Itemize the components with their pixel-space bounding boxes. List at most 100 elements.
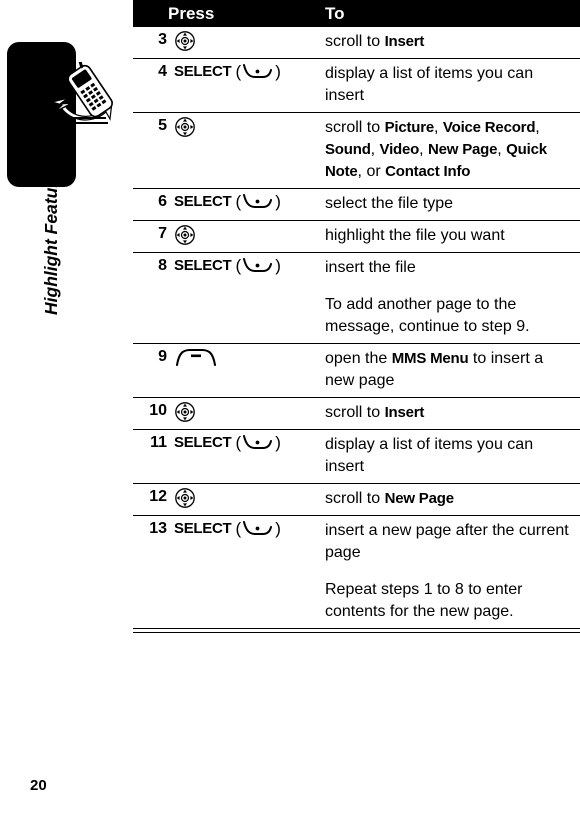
sidebar: Highlight Features 20 bbox=[0, 0, 133, 816]
table-bottom-rule bbox=[133, 628, 580, 633]
to-cell: display a list of items you can insert bbox=[325, 433, 573, 478]
nav-key-icon[interactable] bbox=[174, 224, 196, 252]
page-number: 20 bbox=[30, 777, 47, 794]
menu-keyword: New Page bbox=[428, 141, 498, 158]
instruction-fragment: display a list of items you can insert bbox=[325, 65, 534, 104]
menu-keyword: Sound bbox=[325, 141, 371, 158]
menu-keyword: MMS Menu bbox=[391, 350, 469, 367]
step-number: 3 bbox=[158, 31, 167, 48]
softkey-label: SELECT bbox=[174, 193, 232, 210]
soft-key-icon[interactable] bbox=[241, 63, 275, 87]
table-row: 9 open the MMS Menu to insert a new page bbox=[133, 343, 580, 397]
instruction-fragment: , bbox=[419, 141, 429, 158]
table-row: 8 SELECT ( ) insert the file To add another… bbox=[133, 252, 580, 343]
instruction-fragment: highlight the file you want bbox=[325, 227, 505, 244]
soft-key-icon[interactable] bbox=[241, 434, 275, 458]
nav-key-icon[interactable] bbox=[174, 30, 196, 58]
step-number: 9 bbox=[158, 348, 167, 365]
table-row: 12 scroll to New Page bbox=[133, 483, 580, 515]
step-number: 12 bbox=[149, 488, 167, 505]
procedure-table: Press To 3 scroll to Insert 4 SELECT ( ) di… bbox=[133, 0, 580, 633]
table-body: 3 scroll to Insert 4 SELECT ( ) display a l… bbox=[133, 27, 580, 628]
step-number: 11 bbox=[150, 434, 167, 451]
step-number: 13 bbox=[149, 520, 167, 537]
press-cell bbox=[174, 487, 322, 515]
instruction-note: Repeat steps 1 to 8 to enter contents fo… bbox=[325, 581, 523, 620]
step-number: 5 bbox=[158, 117, 167, 134]
to-cell: insert the file To add another page to th… bbox=[325, 256, 573, 338]
instruction-fragment: open the bbox=[325, 350, 392, 367]
to-cell: select the file type bbox=[325, 192, 573, 215]
to-cell: insert a new page after the current page… bbox=[325, 519, 573, 623]
nav-key-icon[interactable] bbox=[174, 401, 196, 429]
press-cell bbox=[174, 116, 322, 144]
instruction-fragment: , or bbox=[357, 163, 386, 180]
instruction-fragment: display a list of items you can insert bbox=[325, 436, 534, 475]
to-cell: open the MMS Menu to insert a new page bbox=[325, 347, 573, 392]
chapter-label: Highlight Features bbox=[41, 161, 61, 315]
table-row: 6 SELECT ( ) select the file type bbox=[133, 188, 580, 220]
table-row: 10 scroll to Insert bbox=[133, 397, 580, 429]
instruction-text: insert the file bbox=[325, 257, 573, 279]
instruction-text: select the file type bbox=[325, 193, 573, 215]
menu-keyword: Insert bbox=[384, 33, 425, 50]
soft-key-icon[interactable] bbox=[241, 520, 275, 544]
press-cell bbox=[174, 224, 322, 252]
instruction-text: scroll to Insert bbox=[325, 402, 573, 424]
step-number: 7 bbox=[158, 225, 167, 242]
instruction-fragment: , bbox=[370, 141, 380, 158]
press-cell: SELECT ( ) bbox=[174, 519, 322, 544]
press-cell: SELECT ( ) bbox=[174, 192, 322, 217]
table-row: 11 SELECT ( ) display a list of items you … bbox=[133, 429, 580, 483]
column-header-press: Press bbox=[168, 4, 215, 23]
instruction-text: scroll to Insert bbox=[325, 31, 573, 53]
press-cell bbox=[174, 347, 322, 373]
instruction-fragment: , bbox=[434, 119, 443, 136]
menu-keyword: Picture bbox=[384, 119, 435, 136]
instruction-fragment: scroll to bbox=[325, 33, 385, 50]
to-cell: scroll to New Page bbox=[325, 487, 573, 510]
instruction-fragment: scroll to bbox=[325, 490, 385, 507]
instruction-fragment: scroll to bbox=[325, 119, 385, 136]
instruction-fragment: select the file type bbox=[325, 195, 454, 212]
table-row: 4 SELECT ( ) display a list of items you c… bbox=[133, 58, 580, 112]
step-number: 8 bbox=[158, 257, 167, 274]
instruction-fragment: insert a new page after the current page bbox=[325, 522, 569, 561]
nav-key-icon[interactable] bbox=[174, 487, 196, 515]
to-cell: highlight the file you want bbox=[325, 224, 573, 247]
step-number: 10 bbox=[149, 402, 167, 419]
softkey-label: SELECT bbox=[174, 257, 232, 274]
instruction-fragment: , bbox=[497, 141, 507, 158]
instruction-fragment: insert the file bbox=[325, 259, 416, 276]
instruction-fragment: , bbox=[535, 119, 540, 136]
softkey-label: SELECT bbox=[174, 434, 232, 451]
instruction-note: To add another page to the message, cont… bbox=[325, 296, 530, 335]
instruction-text: insert a new page after the current page bbox=[325, 520, 573, 564]
table-header-row: Press To bbox=[133, 0, 580, 27]
instruction-text: scroll to New Page bbox=[325, 488, 573, 510]
press-cell: SELECT ( ) bbox=[174, 256, 322, 281]
table-row: 3 scroll to Insert bbox=[133, 27, 580, 58]
soft-key-icon[interactable] bbox=[241, 193, 275, 217]
column-header-to: To bbox=[325, 4, 345, 23]
table-row: 13 SELECT ( ) insert a new page after the … bbox=[133, 515, 580, 628]
paren-close: ) bbox=[275, 62, 281, 81]
menu-keyword: Insert bbox=[384, 404, 425, 421]
menu-keyword: Contact Info bbox=[385, 163, 471, 180]
paren-close: ) bbox=[275, 519, 281, 538]
nav-key-icon[interactable] bbox=[174, 116, 196, 144]
instruction-text: display a list of items you can insert bbox=[325, 63, 573, 107]
press-cell: SELECT ( ) bbox=[174, 433, 322, 458]
flying-phone-icon bbox=[46, 56, 118, 136]
press-cell bbox=[174, 401, 322, 429]
step-number: 4 bbox=[158, 63, 167, 80]
instruction-text: scroll to Picture, Voice Record, Sound , … bbox=[325, 117, 573, 183]
press-cell: SELECT ( ) bbox=[174, 62, 322, 87]
soft-key-icon[interactable] bbox=[241, 257, 275, 281]
instruction-text: highlight the file you want bbox=[325, 225, 573, 247]
to-cell: scroll to Insert bbox=[325, 30, 573, 53]
instruction-text: open the MMS Menu to insert a new page bbox=[325, 348, 573, 392]
menu-keyword: New Page bbox=[384, 490, 454, 507]
to-cell: display a list of items you can insert bbox=[325, 62, 573, 107]
menu-key-icon[interactable] bbox=[174, 347, 218, 373]
